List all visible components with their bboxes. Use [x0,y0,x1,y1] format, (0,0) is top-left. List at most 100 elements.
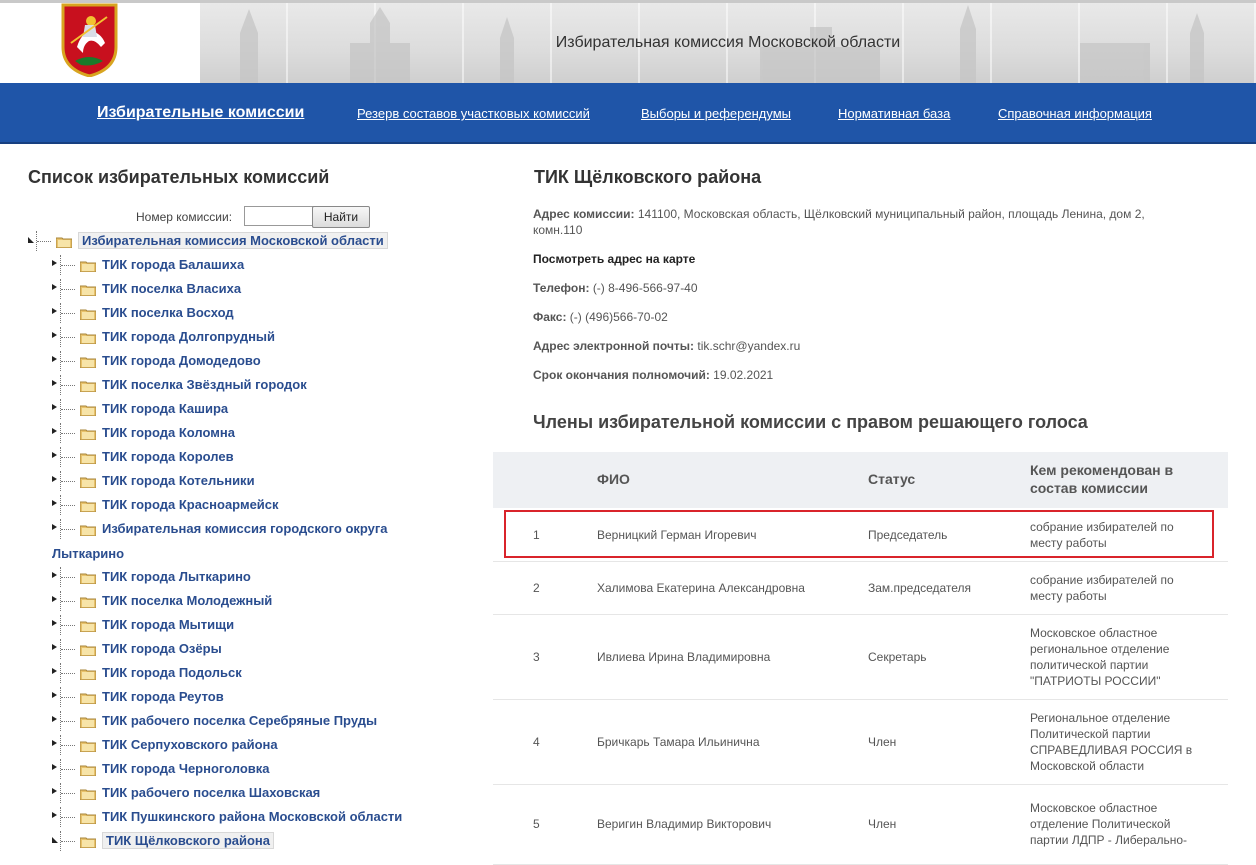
nav-regulations[interactable]: Нормативная база [838,106,950,121]
folder-icon [79,739,97,753]
expand-toggle-icon[interactable] [52,332,57,338]
member-number: 4 [533,735,540,749]
tree-item-label[interactable]: ТИК города Домодедово [102,353,261,368]
tree-item-label[interactable]: ТИК города Кашира [102,401,228,416]
phone-value: (-) 8-496-566-97-40 [592,281,698,295]
nav-reserve-commissions[interactable]: Резерв составов участковых комиссий [357,106,590,121]
folder-icon [79,523,97,537]
expand-toggle-icon[interactable] [52,572,57,578]
folder-icon [79,355,97,369]
expand-toggle-icon[interactable] [52,644,57,650]
tree-connector [60,327,77,347]
member-status: Зам.председателя [868,581,972,595]
term-label: Срок окончания полномочий: [533,368,710,382]
member-recommended-by: Московское областное отделение Политическ… [1030,800,1215,848]
expand-toggle-icon[interactable] [52,764,57,770]
expand-toggle-icon[interactable] [52,837,58,843]
tree-item-label[interactable]: ТИК города Мытищи [102,617,234,632]
folder-icon [79,259,97,273]
member-number: 2 [533,581,540,595]
tree-item-label[interactable]: ТИК поселка Восход [102,305,234,320]
expand-toggle-icon[interactable] [52,500,57,506]
expand-toggle-icon[interactable] [52,380,57,386]
folder-icon [79,403,97,417]
tree-item-label[interactable]: ТИК города Подольск [102,665,242,680]
member-status: Член [868,735,897,749]
expand-toggle-icon[interactable] [52,356,57,362]
expand-toggle-icon[interactable] [52,308,57,314]
commission-title: ТИК Щёлковского района [534,167,762,187]
tree-item-label[interactable]: ТИК рабочего поселка Шаховская [102,785,320,800]
column-header-recommended-line2: состав комиссии [1030,480,1149,496]
expand-toggle-icon[interactable] [52,692,57,698]
tree-connector [60,279,77,299]
tree-item-label[interactable]: ТИК города Балашиха [102,257,244,272]
expand-toggle-icon[interactable] [52,716,57,722]
row-highlight-box [504,510,1214,558]
member-recommended-by: собрание избирателей по месту работы [1030,572,1215,604]
member-status: Член [868,817,897,831]
expand-toggle-icon[interactable] [52,476,57,482]
tree-item-label[interactable]: ТИК города Черноголовка [102,761,270,776]
tree-item-label[interactable]: ТИК поселка Молодежный [102,593,272,608]
tree-connector [60,399,77,419]
tree-item-label[interactable]: Избирательная комиссия городского округа [102,521,388,536]
tree-item-label[interactable]: ТИК Пушкинского района Московской област… [102,809,402,824]
commission-phone: Телефон: (-) 8-496-566-97-40 [533,280,698,296]
view-on-map-link[interactable]: Посмотреть адрес на карте [533,251,695,267]
nav-elections[interactable]: Выборы и референдумы [641,106,791,121]
member-recommended-by: Региональное отделение Политической парти… [1030,710,1215,774]
nav-electoral-commissions[interactable]: Избирательные комиссии [97,104,304,122]
members-title: Члены избирательной комиссии с правом ре… [533,412,1088,432]
expand-toggle-icon[interactable] [52,740,57,746]
folder-icon [79,691,97,705]
tree-item-label[interactable]: ТИК города Котельники [102,473,255,488]
tree-item-label[interactable]: ТИК города Лыткарино [102,569,251,584]
tree-item-label[interactable]: ТИК города Реутов [102,689,224,704]
folder-icon [79,643,97,657]
expand-toggle-icon[interactable] [52,524,57,530]
expand-toggle-icon[interactable] [28,237,34,243]
commission-fax: Факс: (-) (496)566-70-02 [533,309,668,325]
expand-toggle-icon[interactable] [52,452,57,458]
nav-reference-info[interactable]: Справочная информация [998,106,1152,121]
commission-number-label: Номер комиссии: [136,210,233,224]
tree-item-label[interactable]: ТИК рабочего поселка Серебряные Пруды [102,713,377,728]
expand-toggle-icon[interactable] [52,404,57,410]
folder-icon [79,283,97,297]
members-table-header: ФИО Статус Кем рекомендован в состав ком… [493,452,1228,508]
tree-item-label[interactable]: ТИК Щёлковского района [102,832,274,849]
expand-toggle-icon[interactable] [52,428,57,434]
tree-item-label[interactable]: ТИК поселка Звёздный городок [102,377,307,392]
tree-connector [60,567,77,587]
tree-item-label[interactable]: ТИК Серпуховского района [102,737,278,752]
main-navigation: Избирательные комиссии Резерв составов у… [0,83,1256,144]
email-value: tik.schr@yandex.ru [697,339,801,353]
expand-toggle-icon[interactable] [52,788,57,794]
table-row: 3 Ивлиева Ирина Владимировна Секретарь Моск… [493,614,1228,700]
tree-item-label[interactable]: ТИК города Красноармейск [102,497,279,512]
expand-toggle-icon[interactable] [52,620,57,626]
tree-item-label-continuation[interactable]: Лыткарино [52,546,124,561]
tree-item-label[interactable]: ТИК города Долгопрудный [102,329,275,344]
commission-term: Срок окончания полномочий: 19.02.2021 [533,367,773,383]
commission-number-input[interactable] [244,206,314,226]
tree-item-label[interactable]: ТИК города Коломна [102,425,235,440]
member-fio: Бричкарь Тамара Ильинична [597,735,760,749]
tree-connector [36,231,53,251]
commission-address: Адрес комиссии: 141100, Московская облас… [533,206,1145,238]
search-button[interactable]: Найти [312,206,370,228]
expand-toggle-icon[interactable] [52,260,57,266]
tree-item-label[interactable]: ТИК города Озёры [102,641,222,656]
folder-icon [79,787,97,801]
expand-toggle-icon[interactable] [52,668,57,674]
expand-toggle-icon[interactable] [52,812,57,818]
tree-item-label[interactable]: Избирательная комиссия Московской област… [78,232,388,249]
address-value: 141100, Московская область, Щёлковский м… [637,207,1145,221]
column-header-recommended-line1: Кем рекомендован в [1030,462,1174,478]
expand-toggle-icon[interactable] [52,284,57,290]
tree-item-label[interactable]: ТИК города Королев [102,449,234,464]
address-value-line2: комн.110 [533,223,583,237]
expand-toggle-icon[interactable] [52,596,57,602]
tree-item-label[interactable]: ТИК поселка Власиха [102,281,241,296]
